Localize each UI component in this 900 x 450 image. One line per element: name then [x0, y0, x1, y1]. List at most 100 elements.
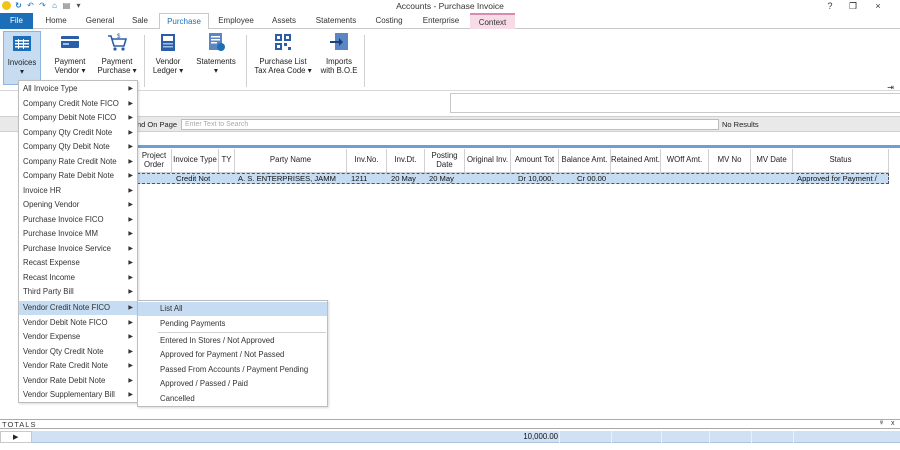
- chevron-right-icon: ▶: [128, 115, 133, 121]
- payment-purchase-label-1: Payment: [101, 57, 133, 66]
- ribbon-tabs: File Home General Sale Purchase Employee…: [0, 13, 900, 30]
- menu-item[interactable]: Purchase Invoice Service ▶: [19, 242, 137, 256]
- tab-enterprise[interactable]: Enterprise: [415, 13, 467, 29]
- header-mv-no[interactable]: MV No: [709, 149, 751, 173]
- menu-item[interactable]: All Invoice Type ▶: [19, 82, 137, 96]
- totals-close-icon[interactable]: x: [891, 419, 895, 429]
- tab-context[interactable]: Context: [470, 13, 515, 29]
- submenu-item-entered-in-stores[interactable]: Entered In Stores / Not Approved: [138, 334, 327, 348]
- find-input[interactable]: Enter Text to Search: [181, 119, 719, 130]
- payment-vendor-label-2: Vendor: [54, 66, 80, 75]
- header-invoice-type[interactable]: Invoice Type: [172, 149, 219, 173]
- menu-item-label: Purchase Invoice MM: [23, 229, 98, 238]
- totals-pin-icon[interactable]: ᵠ: [880, 419, 883, 429]
- table-row[interactable]: Credit Not A. S. ENTERPRISES, JAMM 1211 …: [137, 173, 889, 184]
- header-ty[interactable]: TY: [219, 149, 235, 173]
- payment-purchase-button[interactable]: $ Payment Purchase ▾: [96, 31, 138, 85]
- menu-item-label: Company Credit Note FICO: [23, 99, 119, 108]
- ribbon-separator: [144, 35, 145, 87]
- menu-item-label: Company Rate Debit Note: [23, 171, 115, 180]
- menu-item-label: Recast Income: [23, 273, 76, 282]
- invoices-button[interactable]: Invoices ▾: [3, 31, 41, 85]
- header-project-order[interactable]: Project Order: [137, 149, 172, 173]
- chevron-right-icon: ▶: [128, 231, 133, 237]
- chevron-right-icon: ▶: [128, 320, 133, 326]
- payment-vendor-label-1: Payment: [54, 57, 86, 66]
- header-posting-date[interactable]: Posting Date: [425, 149, 465, 173]
- menu-item[interactable]: Vendor Supplementary Bill ▶: [19, 388, 137, 402]
- menu-item[interactable]: Invoice HR ▶: [19, 184, 137, 198]
- totals-cell-divider: [709, 431, 710, 443]
- tab-employee[interactable]: Employee: [212, 13, 260, 29]
- ledger-book-icon: [161, 34, 175, 51]
- filter-panel: [450, 93, 900, 113]
- menu-item[interactable]: Vendor Rate Debit Note ▶: [19, 374, 137, 388]
- menu-item[interactable]: Vendor Qty Credit Note ▶: [19, 345, 137, 359]
- tab-statements[interactable]: Statements: [308, 13, 364, 29]
- menu-item[interactable]: Company Debit Note FICO ▶: [19, 111, 137, 125]
- menu-item[interactable]: Company Qty Credit Note ▶: [19, 126, 137, 140]
- chevron-down-icon: ▾: [307, 66, 312, 75]
- payment-purchase-label-2: Purchase: [97, 66, 131, 75]
- tab-sale[interactable]: Sale: [124, 13, 156, 29]
- payment-vendor-button[interactable]: Payment Vendor ▾: [50, 31, 90, 85]
- menu-item[interactable]: Vendor Debit Note FICO ▶: [19, 316, 137, 330]
- chevron-right-icon: ▶: [128, 349, 133, 355]
- menu-item[interactable]: Opening Vendor ▶: [19, 198, 137, 212]
- submenu-item-list-all[interactable]: List All: [138, 302, 327, 316]
- header-inv-dt[interactable]: Inv.Dt.: [387, 149, 425, 173]
- header-party-name[interactable]: Party Name: [235, 149, 347, 173]
- menu-item[interactable]: Company Credit Note FICO ▶: [19, 97, 137, 111]
- header-balance-amt[interactable]: Balance Amt.: [559, 149, 611, 173]
- header-inv-no[interactable]: Inv.No.: [347, 149, 387, 173]
- menu-item[interactable]: Vendor Rate Credit Note ▶: [19, 359, 137, 373]
- cell-invoice-type: Credit Not: [176, 174, 211, 183]
- statements-button[interactable]: Statements ▾: [192, 31, 240, 85]
- header-woff-amt[interactable]: WOff Amt.: [661, 149, 709, 173]
- invoice-type-menu: All Invoice Type ▶ Company Credit Note FI…: [18, 80, 138, 403]
- tab-costing[interactable]: Costing: [367, 13, 411, 29]
- chevron-right-icon: ▶: [128, 378, 133, 384]
- menu-item-label: Purchase Invoice Service: [23, 244, 111, 253]
- imports-boe-button[interactable]: Imports with B.O.E: [318, 31, 360, 85]
- menu-item[interactable]: Recast Income ▶: [19, 271, 137, 285]
- payment-card-icon: [61, 36, 79, 48]
- close-icon[interactable]: ×: [868, 0, 888, 13]
- tab-purchase[interactable]: Purchase: [159, 13, 209, 30]
- header-original-inv[interactable]: Original Inv.: [465, 149, 511, 173]
- menu-item[interactable]: Company Qty Debit Note ▶: [19, 140, 137, 154]
- imports-label-2: with B.O.E: [320, 66, 358, 75]
- find-result-text: No Results: [722, 120, 759, 129]
- menu-item[interactable]: Vendor Credit Note FICO ▶: [19, 301, 137, 315]
- menu-item[interactable]: Purchase Invoice MM ▶: [19, 227, 137, 241]
- submenu-item-approved-passed-paid[interactable]: Approved / Passed / Paid: [138, 377, 327, 391]
- help-icon[interactable]: ?: [820, 0, 840, 13]
- import-arrow-icon: [330, 33, 348, 50]
- menu-item[interactable]: Vendor Expense ▶: [19, 330, 137, 344]
- header-amount-tot[interactable]: Amount Tot: [511, 149, 559, 173]
- vendor-ledger-button[interactable]: Vendor Ledger ▾: [150, 31, 186, 85]
- header-retained-amt[interactable]: Retained Amt.: [611, 149, 661, 173]
- purchase-list-button[interactable]: Purchase List Tax Area Code ▾: [252, 31, 314, 85]
- menu-item-label: Vendor Supplementary Bill: [23, 390, 115, 399]
- submenu-item-passed-from-accounts[interactable]: Passed From Accounts / Payment Pending: [138, 363, 327, 377]
- submenu-item-pending-payments[interactable]: Pending Payments: [138, 317, 327, 331]
- menu-item[interactable]: Recast Expense ▶: [19, 256, 137, 270]
- header-status[interactable]: Status: [793, 149, 889, 173]
- restore-icon[interactable]: ❐: [843, 0, 863, 13]
- menu-item[interactable]: Company Rate Credit Note ▶: [19, 155, 137, 169]
- menu-item[interactable]: Company Rate Debit Note ▶: [19, 169, 137, 183]
- tab-general[interactable]: General: [79, 13, 121, 29]
- submenu-item-cancelled[interactable]: Cancelled: [138, 392, 327, 406]
- tab-home[interactable]: Home: [37, 13, 75, 29]
- menu-item-label: Company Qty Credit Note: [23, 128, 113, 137]
- header-mv-date[interactable]: MV Date: [751, 149, 793, 173]
- menu-item-label: Recast Expense: [23, 258, 80, 267]
- submenu-item-approved-for-payment[interactable]: Approved for Payment / Not Passed: [138, 348, 327, 362]
- chevron-right-icon: ▶: [128, 86, 133, 92]
- menu-item[interactable]: Third Party Bill ▶: [19, 285, 137, 299]
- tab-file[interactable]: File: [0, 13, 33, 29]
- menu-item[interactable]: Purchase Invoice FICO ▶: [19, 213, 137, 227]
- menu-item-label: Vendor Expense: [23, 332, 81, 341]
- tab-assets[interactable]: Assets: [263, 13, 305, 29]
